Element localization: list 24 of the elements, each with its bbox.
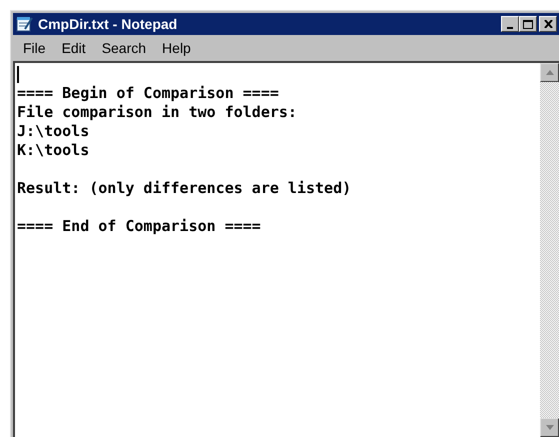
text-cursor [17, 66, 19, 83]
up-arrow-icon [546, 70, 554, 75]
vertical-scrollbar[interactable] [540, 63, 559, 437]
maximize-button[interactable] [519, 16, 537, 32]
text-line: File comparison in two folders: [17, 103, 297, 121]
close-button[interactable] [539, 16, 557, 32]
menu-item[interactable]: File [17, 39, 52, 57]
text-area[interactable]: ==== Begin of Comparison ==== File comparison in two folders: J:\tools K:\tools Result: (only differences are listed) ==== End of Comparison ==== [13, 61, 559, 437]
close-icon [544, 20, 552, 28]
text-line: ==== End of Comparison ==== [17, 217, 261, 235]
text-line: ==== Begin of Comparison ==== [17, 84, 279, 102]
maximize-icon [523, 20, 533, 29]
text-line: K:\tools [17, 141, 90, 159]
window-title: CmpDir.txt - Notepad [38, 16, 178, 32]
minimize-button[interactable] [501, 16, 519, 32]
menu-item[interactable]: Help [156, 39, 197, 57]
down-arrow-icon [546, 425, 554, 430]
scroll-up-button[interactable] [540, 63, 559, 82]
text-line: Result: (only differences are listed) [17, 179, 352, 197]
menu-item[interactable]: Search [96, 39, 152, 57]
text-line: J:\tools [17, 122, 90, 140]
notepad-icon [16, 16, 34, 32]
scroll-down-button[interactable] [540, 418, 559, 437]
menu-item[interactable]: Edit [56, 39, 92, 57]
